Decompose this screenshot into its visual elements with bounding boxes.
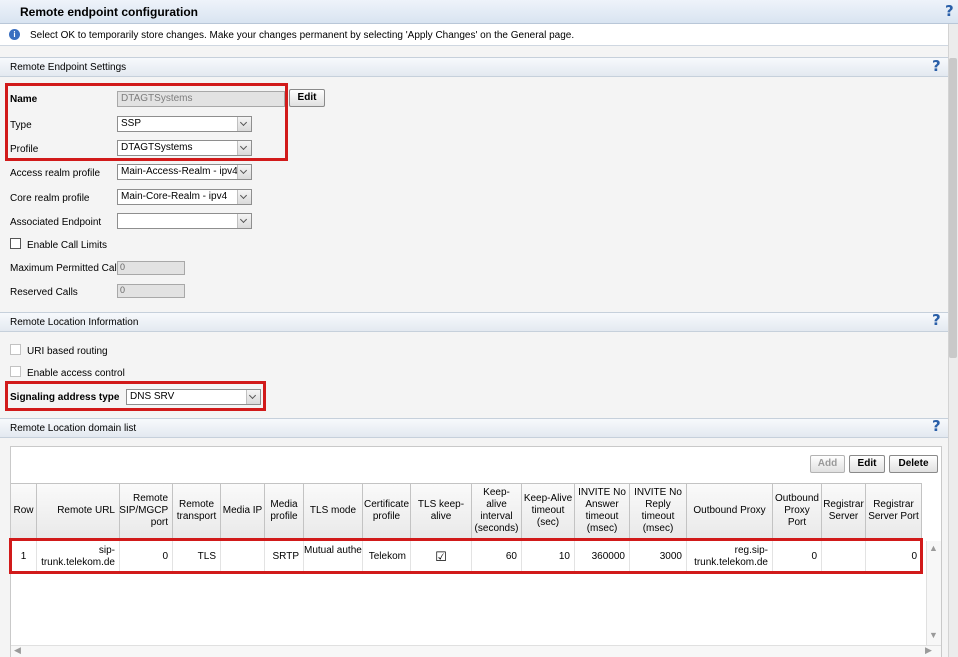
scroll-left-icon[interactable]: ◀	[14, 645, 21, 656]
column-header-outbound-proxy-port[interactable]: Outbound Proxy Port	[773, 483, 822, 539]
access-control-label: Enable access control	[27, 368, 125, 379]
highlight-box-table-row	[9, 538, 923, 574]
info-text: Select OK to temporarily store changes. …	[30, 30, 575, 41]
info-icon: i	[9, 29, 20, 40]
chevron-down-icon[interactable]	[237, 214, 251, 228]
column-header-outbound-proxy[interactable]: Outbound Proxy	[687, 483, 773, 539]
column-header-remote-url[interactable]: Remote URL	[37, 483, 120, 539]
edit-domain-button[interactable]: Edit	[849, 455, 885, 473]
enable-call-limits-label: Enable Call Limits	[27, 240, 108, 251]
enable-call-limits-checkbox[interactable]	[10, 238, 21, 249]
uri-routing-label: URI based routing	[27, 346, 108, 357]
edit-name-button[interactable]: Edit	[289, 89, 325, 107]
section-header-endpoint-settings	[0, 57, 948, 77]
core-realm-select[interactable]: Main-Core-Realm - ipv4	[117, 189, 252, 205]
section-header-domain-list	[0, 418, 948, 438]
associated-endpoint-label: Associated Endpoint	[10, 217, 102, 228]
column-header-registrar-server-port[interactable]: Registrar Server Port	[866, 483, 922, 539]
column-header-invite-no-answer[interactable]: INVITE No Answer timeout (msec)	[575, 483, 630, 539]
associated-endpoint-select[interactable]	[117, 213, 252, 229]
help-icon-endpoint-settings[interactable]: ?	[932, 57, 941, 75]
reserved-calls-field: 0	[117, 284, 185, 298]
core-realm-label: Core realm profile	[10, 193, 90, 204]
max-calls-field: 0	[117, 261, 185, 275]
access-realm-label: Access realm profile	[10, 168, 101, 179]
column-header-media-profile[interactable]: Media profile	[265, 483, 304, 539]
column-header-media-ip[interactable]: Media IP	[221, 483, 265, 539]
column-header-keepalive-interval[interactable]: Keep-alive interval (seconds)	[472, 483, 522, 539]
column-header-certificate-profile[interactable]: Certificate profile	[363, 483, 411, 539]
help-icon-domain-list[interactable]: ?	[932, 417, 941, 435]
table-horizontal-scrollbar[interactable]	[11, 645, 941, 657]
column-header-registrar-server[interactable]: Registrar Server	[822, 483, 866, 539]
window-title: Remote endpoint configuration	[20, 5, 198, 19]
reserved-calls-label: Reserved Calls	[10, 287, 78, 298]
column-header-keepalive-timeout[interactable]: Keep-Alive timeout (sec)	[522, 483, 575, 539]
add-domain-button[interactable]: Add	[810, 455, 845, 473]
access-realm-select[interactable]: Main-Access-Realm - ipv4	[117, 164, 252, 180]
column-header-tls-mode[interactable]: TLS mode	[304, 483, 363, 539]
access-control-checkbox[interactable]	[10, 366, 21, 377]
section-header-location-info	[0, 312, 948, 332]
uri-routing-checkbox[interactable]	[10, 344, 21, 355]
delete-domain-button[interactable]: Delete	[889, 455, 938, 473]
scroll-right-icon[interactable]: ▶	[925, 645, 932, 656]
column-header-remote-transport[interactable]: Remote transport	[173, 483, 221, 539]
help-icon-window[interactable]: ?	[945, 2, 954, 20]
scroll-down-icon[interactable]: ▼	[929, 630, 938, 640]
column-header-tls-keepalive[interactable]: TLS keep-alive	[411, 483, 472, 539]
column-header-row[interactable]: Row	[11, 483, 37, 539]
chevron-down-icon[interactable]	[237, 165, 251, 179]
max-calls-label: Maximum Permitted Calls	[10, 263, 124, 274]
chevron-down-icon[interactable]	[237, 190, 251, 204]
highlight-box-name-type-profile	[5, 83, 288, 161]
page-scrollbar-thumb[interactable]	[949, 58, 957, 358]
column-header-invite-no-reply[interactable]: INVITE No Reply timeout (msec)	[630, 483, 687, 539]
section-title-domain-list: Remote Location domain list	[10, 423, 137, 434]
section-title-location-info: Remote Location Information	[10, 317, 139, 328]
column-header-remote-port[interactable]: Remote SIP/MGCP port	[119, 483, 173, 539]
help-icon-location-info[interactable]: ?	[932, 311, 941, 329]
highlight-box-signaling	[5, 381, 266, 411]
section-title-endpoint-settings: Remote Endpoint Settings	[10, 62, 127, 73]
scroll-up-icon[interactable]: ▲	[929, 543, 938, 553]
